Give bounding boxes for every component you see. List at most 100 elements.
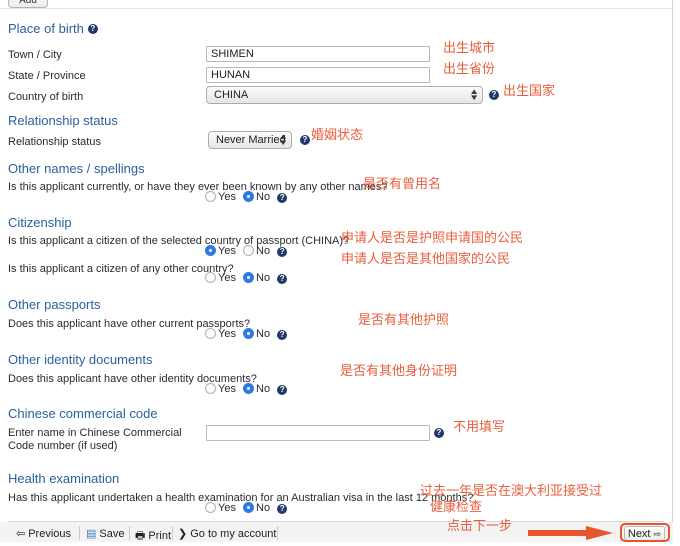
- country-of-birth-value: CHINA: [214, 89, 249, 101]
- help-icon-other-identity[interactable]: ?: [277, 385, 288, 395]
- radio-no-label: No: [256, 272, 271, 284]
- other-passports-heading-text: Other passports: [8, 297, 101, 312]
- radio-option-no-health[interactable]: No: [243, 502, 270, 514]
- section-heading-other-identity-documents: Other identity documents: [8, 352, 153, 367]
- radio-group-other-names[interactable]: Yes No ?: [205, 191, 288, 203]
- radio-no-icon[interactable]: [243, 502, 255, 513]
- help-icon-health[interactable]: ?: [277, 504, 288, 514]
- radio-yes-label: Yes: [218, 383, 236, 395]
- radio-yes-icon[interactable]: [205, 328, 216, 339]
- help-icon-citizen-passport[interactable]: ?: [277, 247, 288, 257]
- radio-group-other-passports[interactable]: Yes No ?: [205, 328, 288, 340]
- radio-option-no-other-passports[interactable]: No: [243, 328, 270, 340]
- radio-no-icon[interactable]: [243, 245, 255, 256]
- annotation-next-step: 点击下一步: [447, 519, 513, 534]
- go-to-my-account-button[interactable]: ❯ Go to my account: [178, 527, 276, 542]
- help-icon[interactable]: ?: [87, 24, 98, 34]
- annotation-country-of-birth: 出生国家: [503, 84, 556, 99]
- radio-group-other-identity[interactable]: Yes No ?: [205, 383, 288, 395]
- radio-group-citizen-other[interactable]: Yes No ?: [205, 272, 288, 284]
- radio-no-icon[interactable]: [243, 383, 255, 394]
- country-of-birth-select[interactable]: CHINA ▲ ▼: [206, 86, 483, 104]
- relationship-status-heading-text: Relationship status: [8, 113, 118, 128]
- radio-option-yes-other-names[interactable]: Yes: [205, 191, 236, 203]
- radio-yes-label: Yes: [218, 502, 236, 514]
- ccc-heading-text: Chinese commercial code: [8, 406, 158, 421]
- label-country-of-birth: Country of birth: [8, 91, 84, 103]
- annotation-citizen-passport: 申请人是否是护照申请国的公民: [341, 231, 524, 246]
- save-label: Save: [99, 528, 125, 540]
- help-icon-other-passports[interactable]: ?: [277, 330, 288, 340]
- question-citizen-of-passport-country: Is this applicant a citizen of the selec…: [8, 235, 350, 247]
- top-divider: [0, 8, 673, 9]
- question-citizen-other-country: Is this applicant a citizen of any other…: [8, 263, 234, 275]
- section-heading-other-passports: Other passports: [8, 297, 101, 312]
- radio-no-icon[interactable]: [243, 328, 255, 339]
- health-examination-heading-text: Health examination: [8, 471, 120, 486]
- previous-button[interactable]: ⇦ Previous: [16, 527, 71, 542]
- printer-icon: 🖶: [135, 530, 146, 542]
- town-city-input[interactable]: [206, 46, 430, 62]
- radio-group-health-examination[interactable]: Yes No ?: [205, 502, 288, 514]
- section-heading-place-of-birth: Place of birth?: [8, 21, 98, 36]
- radio-option-yes-health[interactable]: Yes: [205, 502, 236, 514]
- radio-no-icon[interactable]: [243, 272, 255, 283]
- radio-option-yes-other-identity[interactable]: Yes: [205, 383, 236, 395]
- account-label: Go to my account: [190, 528, 277, 540]
- annotation-other-names: 是否有曾用名: [363, 177, 442, 192]
- print-label: Print: [148, 530, 172, 542]
- save-button[interactable]: ▤ Save: [86, 527, 124, 542]
- place-of-birth-heading-text: Place of birth: [8, 21, 84, 36]
- radio-option-yes-other-passports[interactable]: Yes: [205, 328, 236, 340]
- radio-yes-icon[interactable]: [205, 245, 216, 256]
- radio-no-label: No: [256, 245, 271, 257]
- radio-yes-icon[interactable]: [205, 502, 216, 513]
- relationship-status-value: Never Married: [216, 134, 286, 146]
- radio-no-label: No: [256, 502, 271, 514]
- help-icon-country-of-birth[interactable]: ?: [489, 90, 499, 100]
- relationship-status-select[interactable]: Never Married ▲ ▼: [208, 131, 292, 149]
- chevron-right-icon: ❯: [178, 528, 188, 540]
- help-icon-chinese-commercial-code[interactable]: ?: [434, 428, 444, 438]
- chinese-commercial-code-input[interactable]: [206, 425, 430, 441]
- radio-option-no-citizen-other[interactable]: No: [243, 272, 270, 284]
- annotation-health-line2: 健康检查: [430, 500, 483, 515]
- radio-yes-label: Yes: [218, 191, 236, 203]
- annotation-chinese-commercial-code: 不用填写: [453, 420, 506, 435]
- help-icon-relationship-status[interactable]: ?: [300, 135, 310, 145]
- annotation-arrow-to-next: [528, 526, 613, 540]
- radio-no-icon[interactable]: [243, 191, 255, 202]
- label-state-province: State / Province: [8, 70, 86, 82]
- add-button[interactable]: Add: [8, 0, 48, 8]
- page-right-margin: [673, 0, 680, 542]
- radio-group-citizen-passport[interactable]: Yes No ?: [205, 245, 288, 257]
- print-button[interactable]: 🖶 Print: [135, 527, 171, 542]
- radio-option-no-citizen-passport[interactable]: No: [243, 245, 270, 257]
- section-heading-relationship-status: Relationship status: [8, 113, 118, 128]
- section-heading-health-examination: Health examination: [8, 471, 119, 486]
- radio-option-no-other-identity[interactable]: No: [243, 383, 270, 395]
- question-other-names: Is this applicant currently, or have the…: [8, 181, 388, 193]
- help-icon-citizen-other[interactable]: ?: [277, 274, 288, 284]
- label-town-city: Town / City: [8, 49, 62, 61]
- previous-label: Previous: [28, 528, 72, 540]
- radio-option-yes-citizen-passport[interactable]: Yes: [205, 245, 236, 257]
- radio-yes-icon[interactable]: [205, 191, 216, 202]
- section-heading-chinese-commercial-code: Chinese commercial code: [8, 406, 158, 421]
- radio-option-no-other-names[interactable]: No: [243, 191, 270, 203]
- help-icon-other-names[interactable]: ?: [277, 193, 288, 203]
- visa-application-form-page: Add Place of birth? Town / City State / …: [0, 0, 680, 542]
- radio-yes-icon[interactable]: [205, 383, 216, 394]
- annotation-health-line1: 过去一年是否在澳大利亚接受过: [420, 484, 603, 499]
- label-chinese-commercial-code: Enter name in Chinese Commercial Code nu…: [8, 427, 182, 452]
- radio-yes-label: Yes: [218, 328, 236, 340]
- section-heading-citizenship: Citizenship: [8, 215, 72, 230]
- section-heading-other-names: Other names / spellings: [8, 161, 145, 176]
- radio-yes-label: Yes: [218, 272, 236, 284]
- annotation-relationship-status: 婚姻状态: [311, 128, 364, 143]
- radio-option-yes-citizen-other[interactable]: Yes: [205, 272, 236, 284]
- footer-separator: [277, 526, 278, 540]
- radio-yes-icon[interactable]: [205, 272, 216, 283]
- footer-separator: [172, 526, 173, 540]
- state-province-input[interactable]: [206, 67, 430, 83]
